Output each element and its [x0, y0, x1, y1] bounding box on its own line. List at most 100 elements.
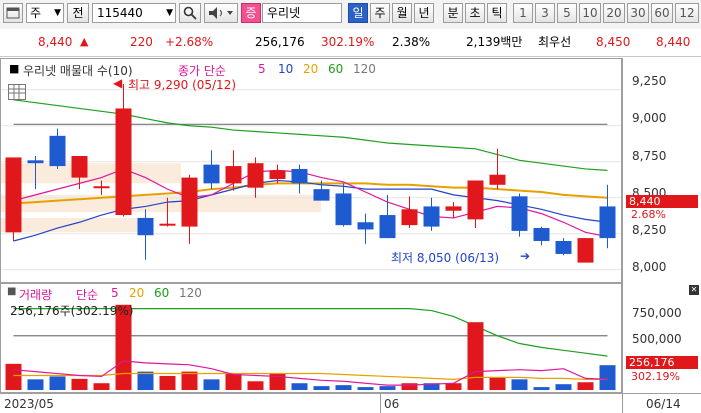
- candle-body: [115, 108, 132, 216]
- best-ask-label: 최우선: [538, 35, 572, 49]
- chevron-down-icon: ▼: [54, 8, 61, 18]
- candle-body: [27, 160, 44, 164]
- date-divider: [622, 394, 623, 413]
- date-axis: 2023/05 06 06/14: [0, 393, 701, 413]
- volume-bar: [71, 378, 88, 390]
- volume-bar: [357, 387, 374, 390]
- candle-body: [423, 206, 440, 227]
- period-tab-month[interactable]: 월: [392, 3, 412, 23]
- volume-bar: [555, 384, 572, 390]
- status-badge: 증: [241, 3, 261, 23]
- interval-1[interactable]: 1: [513, 3, 533, 23]
- volume-bar: [445, 383, 462, 390]
- candle-body: [49, 135, 66, 167]
- market-value: 주: [30, 6, 42, 20]
- interval-30[interactable]: 30: [627, 3, 649, 23]
- period-tab-day[interactable]: 일: [348, 3, 368, 23]
- trade-amount: 2,139백만: [466, 35, 523, 49]
- stock-code-input[interactable]: 115440 ▼: [92, 3, 176, 23]
- volume-bar: [159, 375, 176, 390]
- volume-bar: [599, 365, 616, 390]
- candle-body: [5, 157, 22, 233]
- volume-bar: [49, 376, 66, 390]
- candle-body: [93, 186, 110, 189]
- date-label: 2023/05: [4, 397, 54, 411]
- chevron-down-icon: ▼: [166, 8, 173, 18]
- volume-bar: [313, 386, 330, 390]
- sound-icon[interactable]: [204, 3, 238, 23]
- last-change-tag: 2.68%: [631, 208, 666, 221]
- volume: 256,176: [255, 35, 305, 49]
- period-tab-year[interactable]: 년: [414, 3, 434, 23]
- period-tab-second[interactable]: 초: [465, 3, 485, 23]
- high-label: 최고 9,290 (05/12): [128, 78, 237, 92]
- vol-ma-prefix: 단순: [76, 288, 99, 302]
- volume-bar: [489, 377, 506, 390]
- interval-20[interactable]: 20: [603, 3, 625, 23]
- volume-bar: [203, 379, 220, 390]
- last-ratio-tag: 302.19%: [631, 370, 680, 383]
- square-icon: ■: [9, 62, 20, 75]
- candle-body: [489, 174, 506, 185]
- vol-ma20-label: 20: [129, 286, 145, 300]
- price-tick: 9,250: [632, 74, 667, 88]
- candle-body: [335, 193, 352, 226]
- ma60-label: 60: [328, 62, 344, 76]
- quote-bar: 8,440 ▲ 220 +2.68% 256,176 302.19% 2.38%…: [0, 29, 701, 57]
- low-label: 최저 8,050 (06/13): [391, 251, 500, 265]
- interval-3[interactable]: 3: [535, 3, 555, 23]
- volume-tick: 500,000: [632, 332, 682, 346]
- interval-5[interactable]: 5: [557, 3, 577, 23]
- close-icon[interactable]: ✕: [689, 285, 699, 295]
- volume-bar: [533, 387, 550, 390]
- search-icon[interactable]: [179, 3, 201, 23]
- candle-body: [159, 223, 176, 226]
- volume-bar: [577, 382, 594, 390]
- candle-body: [203, 164, 220, 184]
- volume-bar: [247, 381, 264, 390]
- mode-button[interactable]: 전: [67, 3, 89, 23]
- volume-bar: [5, 363, 22, 390]
- last-volume-tag: 256,176: [626, 356, 698, 369]
- candle-body: [357, 222, 374, 230]
- price-ma60-line: [13, 99, 608, 171]
- volume-tick: 750,000: [632, 306, 682, 320]
- interval-60[interactable]: 60: [651, 3, 673, 23]
- last-price-tag: 8,440: [626, 195, 698, 208]
- window-icon[interactable]: [3, 3, 23, 23]
- vol_ma20-line: [13, 372, 608, 380]
- period-tab-minute[interactable]: 분: [443, 3, 463, 23]
- date-divider: [380, 394, 381, 413]
- candle-body: [137, 217, 154, 236]
- volume-bar: [181, 371, 198, 390]
- candle-body: [577, 238, 594, 263]
- period-tab-week[interactable]: 주: [370, 3, 390, 23]
- vol-ma5-label: 5: [111, 286, 119, 300]
- volume-profile-bar: [1, 217, 151, 233]
- period-tab-tick[interactable]: 틱: [487, 3, 507, 23]
- last-date-label: 06/14: [646, 397, 681, 411]
- low-arrow-icon: ➔: [520, 249, 531, 263]
- volume-bar: [511, 379, 528, 390]
- candle-body: [555, 240, 572, 254]
- market-select[interactable]: 주 ▼: [26, 3, 64, 23]
- candle-body: [401, 209, 418, 226]
- candle-body: [467, 180, 484, 220]
- candle-body: [247, 163, 264, 188]
- volume-bar: [225, 373, 242, 390]
- ma120-label: 120: [353, 62, 376, 76]
- candle-body: [269, 170, 286, 180]
- stock-name-field[interactable]: 우리넷: [262, 3, 342, 23]
- volume-bar: [379, 386, 396, 390]
- price-tick: 8,750: [632, 149, 667, 163]
- stock-code-value: 115440: [97, 6, 143, 20]
- vol-ma60-label: 60: [154, 286, 170, 300]
- price-pane: ■ 우리넷 매물대 수(10) 종가 단순 5 10 20 60 120 ◀ 최…: [0, 58, 622, 283]
- interval-10[interactable]: 10: [579, 3, 601, 23]
- candle-body: [379, 215, 396, 239]
- volume-bar: [401, 383, 418, 390]
- table-icon[interactable]: [8, 84, 26, 100]
- candle-body: [313, 189, 330, 201]
- interval-12[interactable]: 12: [675, 3, 699, 23]
- ma20-label: 20: [303, 62, 319, 76]
